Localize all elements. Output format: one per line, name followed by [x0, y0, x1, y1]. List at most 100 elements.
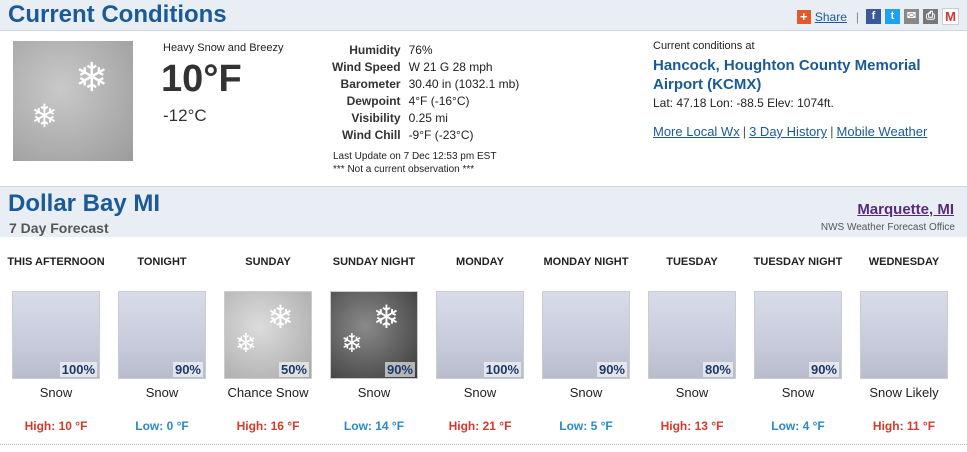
not-current-note: *** Not a current observation ***: [333, 164, 475, 175]
short-description: Snow: [569, 385, 603, 400]
short-description: Chance Snow: [227, 385, 309, 400]
forecast-icon: 80%: [648, 291, 736, 379]
forecast-icon: 90%: [118, 291, 206, 379]
precip-chance: 80%: [702, 362, 733, 377]
temperature: Low: 5 °F: [559, 419, 613, 433]
share-plus-icon[interactable]: +: [796, 9, 811, 24]
detail-key: Visibility: [351, 110, 401, 125]
detail-row: Dewpoint 4°F (-16°C): [328, 92, 523, 109]
location-links: More Local Wx | 3 Day History | Mobile Weath…: [653, 124, 953, 139]
twitter-icon[interactable]: t: [885, 9, 900, 24]
detail-row: Wind Chill -9°F (-23°C): [328, 126, 523, 143]
forecast-day-8: WEDNESDAY Snow Likely High: 11 °F: [851, 255, 957, 433]
detail-row: Humidity 76%: [328, 41, 523, 58]
three-day-history-link[interactable]: 3 Day History: [749, 124, 827, 139]
detail-value: 76%: [408, 42, 433, 57]
snowflake-icon: ❄: [235, 328, 257, 358]
forecast-day-6: TUESDAY 80% Snow High: 13 °F: [639, 255, 745, 433]
temperature: Low: 0 °F: [135, 419, 189, 433]
temperature: High: 16 °F: [236, 419, 300, 433]
period-name: THIS AFTERNOON: [7, 256, 105, 268]
forecast-day-3: SUNDAY NIGHT ❄ ❄ 90% Snow Low: 14 °F: [321, 255, 427, 433]
period-name: MONDAY: [456, 256, 504, 268]
forecast-header: Dollar Bay MI 7 Day Forecast Marquette, …: [0, 186, 967, 237]
period-name: TUESDAY: [666, 256, 718, 268]
period-name: TUESDAY NIGHT: [753, 256, 843, 268]
period-name: WEDNESDAY: [868, 256, 940, 268]
precip-chance: 90%: [808, 362, 839, 377]
current-conditions-title: Current Conditions: [8, 1, 227, 28]
email-icon[interactable]: ✉: [904, 9, 919, 24]
facebook-icon[interactable]: f: [866, 9, 881, 24]
short-description: Snow Likely: [869, 385, 939, 400]
snowflake-icon: ❄: [373, 299, 400, 335]
forecast-city: Dollar Bay MI: [8, 190, 161, 217]
link-separator: |: [742, 124, 747, 139]
short-description: Snow: [357, 385, 391, 400]
current-temp-c: -12°C: [163, 106, 207, 125]
mobile-weather-link[interactable]: Mobile Weather: [837, 124, 928, 139]
divider: [0, 444, 967, 445]
detail-key: Dewpoint: [346, 93, 401, 108]
temperature: Low: 4 °F: [771, 419, 825, 433]
period-name: SUNDAY: [245, 256, 291, 268]
precip-chance: 100%: [59, 362, 97, 377]
short-description: Snow: [463, 385, 497, 400]
snowflake-icon: ❄: [341, 328, 363, 358]
forecast-icon: 100%: [12, 291, 100, 379]
forecast-subtitle: 7 Day Forecast: [9, 220, 109, 236]
short-description: Snow: [39, 385, 73, 400]
share-bar: + Share | f t ✉ ⎙ M: [796, 8, 959, 25]
detail-value: 4°F (-16°C): [408, 93, 470, 108]
snowflake-icon: ❄: [267, 299, 294, 335]
detail-key: Humidity: [349, 42, 401, 57]
current-description: Heavy Snow and Breezy: [163, 42, 284, 54]
forecast-office-link[interactable]: Marquette, MI: [857, 201, 954, 218]
forecast-day-5: MONDAY NIGHT 90% Snow Low: 5 °F: [533, 255, 639, 433]
period-name: TONIGHT: [137, 256, 187, 268]
forecast-icon: [860, 291, 948, 379]
precip-chance: 90%: [172, 362, 203, 377]
detail-key: Wind Speed: [332, 59, 401, 74]
detail-value: 30.40 in (1032.1 mb): [408, 76, 520, 91]
forecast-day-4: MONDAY 100% Snow High: 21 °F: [427, 255, 533, 433]
short-description: Snow: [145, 385, 179, 400]
forecast-office-label: NWS Weather Forecast Office: [820, 222, 955, 233]
detail-row: Wind Speed W 21 G 28 mph: [328, 58, 523, 75]
forecast-icon: ❄ ❄ 90%: [330, 291, 418, 379]
current-weather-image: ❄ ❄: [13, 41, 133, 161]
temperature: High: 21 °F: [448, 419, 512, 433]
share-link[interactable]: Share: [815, 10, 847, 24]
current-temp-f: 10°F: [161, 58, 242, 100]
link-separator: |: [830, 124, 834, 139]
location-label: Current conditions at: [653, 40, 755, 52]
last-update: Last Update on 7 Dec 12:53 pm EST *** No…: [333, 150, 496, 176]
location-panel: Current conditions at Hancock, Houghton …: [653, 40, 953, 139]
precip-chance: 90%: [384, 362, 415, 377]
detail-row: Visibility 0.25 mi: [328, 109, 523, 126]
detail-value: -9°F (-23°C): [408, 127, 474, 142]
share-separator: |: [855, 9, 859, 24]
location-name[interactable]: Hancock, Houghton County Memorial Airpor…: [653, 56, 953, 94]
detail-key: Wind Chill: [342, 127, 401, 142]
gmail-icon[interactable]: M: [942, 8, 959, 25]
snowflake-icon: ❄: [31, 98, 58, 134]
forecast-icon: ❄ ❄ 50%: [224, 291, 312, 379]
temperature: High: 10 °F: [24, 419, 88, 433]
forecast-icon: 90%: [754, 291, 842, 379]
short-description: Snow: [675, 385, 709, 400]
temperature: High: 11 °F: [872, 419, 936, 433]
more-local-wx-link[interactable]: More Local Wx: [653, 124, 740, 139]
detail-key: Barometer: [340, 76, 401, 91]
precip-chance: 90%: [596, 362, 627, 377]
short-description: Snow: [781, 385, 815, 400]
forecast-icon: 90%: [542, 291, 630, 379]
precip-chance: 100%: [483, 362, 521, 377]
print-icon[interactable]: ⎙: [923, 9, 938, 24]
last-update-text: Last Update on 7 Dec 12:53 pm EST: [333, 151, 497, 162]
temperature: High: 13 °F: [660, 419, 724, 433]
temperature: Low: 14 °F: [343, 419, 405, 433]
forecast-day-0: THIS AFTERNOON 100% Snow High: 10 °F: [3, 255, 109, 433]
detail-value: 0.25 mi: [408, 110, 448, 125]
current-conditions-header: Current Conditions + Share | f t ✉ ⎙ M: [0, 0, 967, 31]
